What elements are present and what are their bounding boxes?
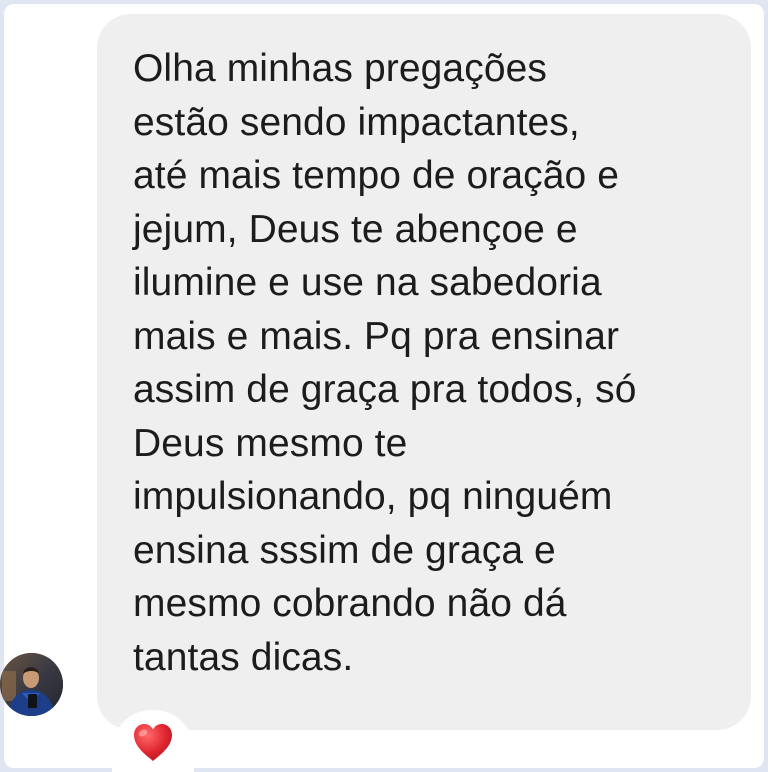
message-line: Olha minhas pregações bbox=[133, 47, 547, 90]
sender-avatar[interactable] bbox=[0, 653, 63, 716]
message-line: mais e mais. Pq pra ensinar bbox=[133, 314, 620, 358]
message-line: impulsionando, pq ninguém bbox=[133, 475, 613, 518]
avatar-photo bbox=[0, 653, 63, 716]
message-line: assim de graça pra todos, só bbox=[133, 368, 637, 411]
message-line: estão sendo impactantes, bbox=[133, 100, 580, 144]
heart-icon[interactable] bbox=[131, 721, 175, 763]
message-line: ilumine e use na sabedoria bbox=[133, 261, 602, 304]
message-line: ensina sssim de graça e bbox=[133, 528, 556, 572]
message-text: Olha minhas pregações estão sendo impact… bbox=[133, 42, 733, 684]
message-line: Deus mesmo te bbox=[133, 421, 408, 465]
message-line: mesmo cobrando não dá bbox=[133, 582, 567, 625]
message-line: tantas dicas. bbox=[133, 635, 354, 679]
message-line: até mais tempo de oração e bbox=[133, 154, 620, 197]
message-line: jejum, Deus te abençoe e bbox=[133, 207, 578, 251]
